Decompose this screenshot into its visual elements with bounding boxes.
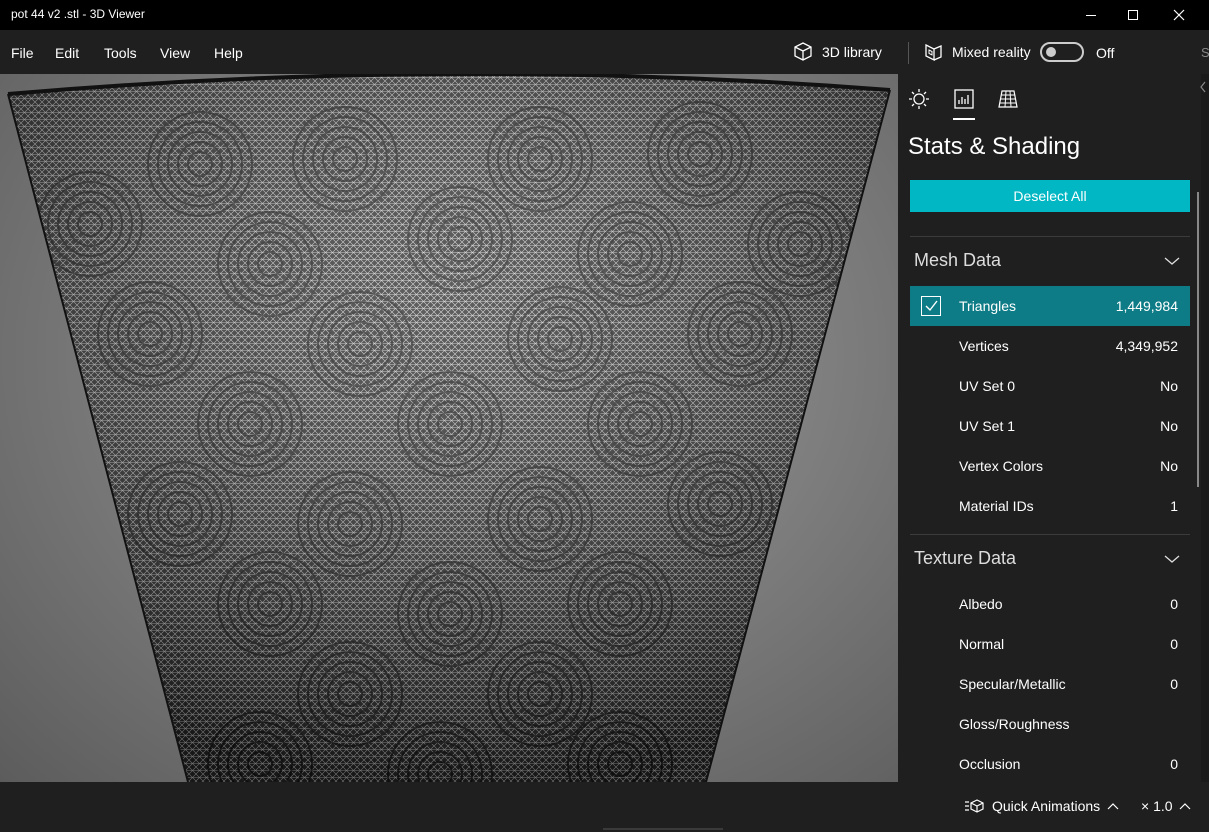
wireframe-pot-model[interactable] [0,74,898,782]
mixed-reality-icon [925,43,942,62]
row-value: 1,449,984 [1115,298,1178,314]
selected-tab-indicator [953,118,975,120]
mesh-row-triangles[interactable]: Triangles 1,449,984 [910,286,1190,326]
row-value: No [1160,418,1178,434]
row-value: No [1160,378,1178,394]
panel-title: Stats & Shading [908,133,1081,160]
menu-help[interactable]: Help [214,45,243,61]
row-value: 0 [1170,756,1178,772]
mesh-row-uv-set-0[interactable]: UV Set 0 No [910,366,1190,406]
mesh-data-heading[interactable]: Mesh Data [914,250,1001,271]
grid-icon[interactable] [997,88,1019,110]
row-value: 0 [1170,676,1178,692]
title-bar: pot 44 v2 .stl - 3D Viewer [0,0,1209,30]
mixed-reality-label: Mixed reality [952,44,1031,60]
chevron-up-icon[interactable] [1179,802,1191,810]
row-label: Triangles [959,298,1017,314]
texture-row-albedo[interactable]: Albedo 0 [910,584,1190,624]
menu-edit[interactable]: Edit [55,45,79,61]
close-icon [1173,9,1185,21]
minimize-button[interactable] [1068,0,1114,30]
speed-label: × 1.0 [1141,798,1173,814]
chevron-left-icon[interactable] [1198,80,1208,94]
bottom-bar: Quick Animations × 1.0 [0,782,1209,832]
timeline-handle [603,828,723,830]
clipped-edge-text: S [1201,45,1209,60]
mesh-row-material-ids[interactable]: Material IDs 1 [910,486,1190,526]
row-value: 0 [1170,596,1178,612]
row-label: UV Set 1 [959,418,1016,434]
menu-tools[interactable]: Tools [104,45,137,61]
window-title: pot 44 v2 .stl - 3D Viewer [11,7,145,21]
menu-divider [908,42,909,64]
chevron-down-icon[interactable] [1164,554,1180,564]
section-divider [910,534,1190,535]
mesh-row-uv-set-1[interactable]: UV Set 1 No [910,406,1190,446]
minimize-icon [1086,15,1096,16]
menu-file[interactable]: File [11,45,34,61]
animation-icon [965,799,984,813]
maximize-icon [1128,10,1138,20]
mixed-reality-state: Off [1096,45,1115,61]
triangles-checkbox[interactable] [921,296,941,316]
mesh-row-vertex-colors[interactable]: Vertex Colors No [910,446,1190,486]
texture-row-normal[interactable]: Normal 0 [910,624,1190,664]
mesh-row-vertices[interactable]: Vertices 4,349,952 [910,326,1190,366]
stats-shading-panel: Stats & Shading Deselect All Mesh Data T… [898,74,1201,782]
chevron-down-icon[interactable] [1164,256,1180,266]
texture-row-gloss-roughness[interactable]: Gloss/Roughness [910,704,1190,744]
row-label: UV Set 0 [959,378,1016,394]
texture-row-specular-metallic[interactable]: Specular/Metallic 0 [910,664,1190,704]
row-value: 4,349,952 [1115,338,1178,354]
3d-library-label: 3D library [822,44,882,60]
animation-speed-button[interactable]: × 1.0 [1141,798,1191,814]
row-label: Specular/Metallic [959,676,1066,692]
row-label: Material IDs [959,498,1034,514]
row-label: Gloss/Roughness [959,716,1070,732]
toggle-knob [1046,47,1056,57]
stats-icon[interactable] [953,88,975,110]
cube-icon [794,42,812,61]
deselect-all-button[interactable]: Deselect All [910,180,1190,212]
row-value: No [1160,458,1178,474]
texture-row-occlusion[interactable]: Occlusion 0 [910,744,1190,782]
mixed-reality-toggle[interactable] [1040,42,1084,62]
checkmark-icon [925,300,938,312]
close-button[interactable] [1156,0,1202,30]
menu-view[interactable]: View [160,45,190,61]
quick-animations-label: Quick Animations [992,798,1101,814]
quick-animations-button[interactable]: Quick Animations [965,798,1119,814]
row-label: Albedo [959,596,1003,612]
texture-data-heading[interactable]: Texture Data [914,548,1016,569]
chevron-up-icon[interactable] [1107,802,1119,810]
sun-icon[interactable] [908,88,930,110]
right-edge-strip [1201,74,1209,782]
row-value: 1 [1170,498,1178,514]
3d-viewport[interactable] [0,74,898,782]
row-label: Normal [959,636,1005,652]
section-divider [910,236,1190,237]
row-label: Vertices [959,338,1009,354]
mixed-reality-button[interactable]: Mixed reality [924,41,1031,63]
row-label: Occlusion [959,756,1021,772]
row-label: Vertex Colors [959,458,1044,474]
panel-scrollbar[interactable] [1197,192,1199,487]
maximize-button[interactable] [1110,0,1156,30]
3d-library-button[interactable]: 3D library [792,41,882,63]
row-value: 0 [1170,636,1178,652]
